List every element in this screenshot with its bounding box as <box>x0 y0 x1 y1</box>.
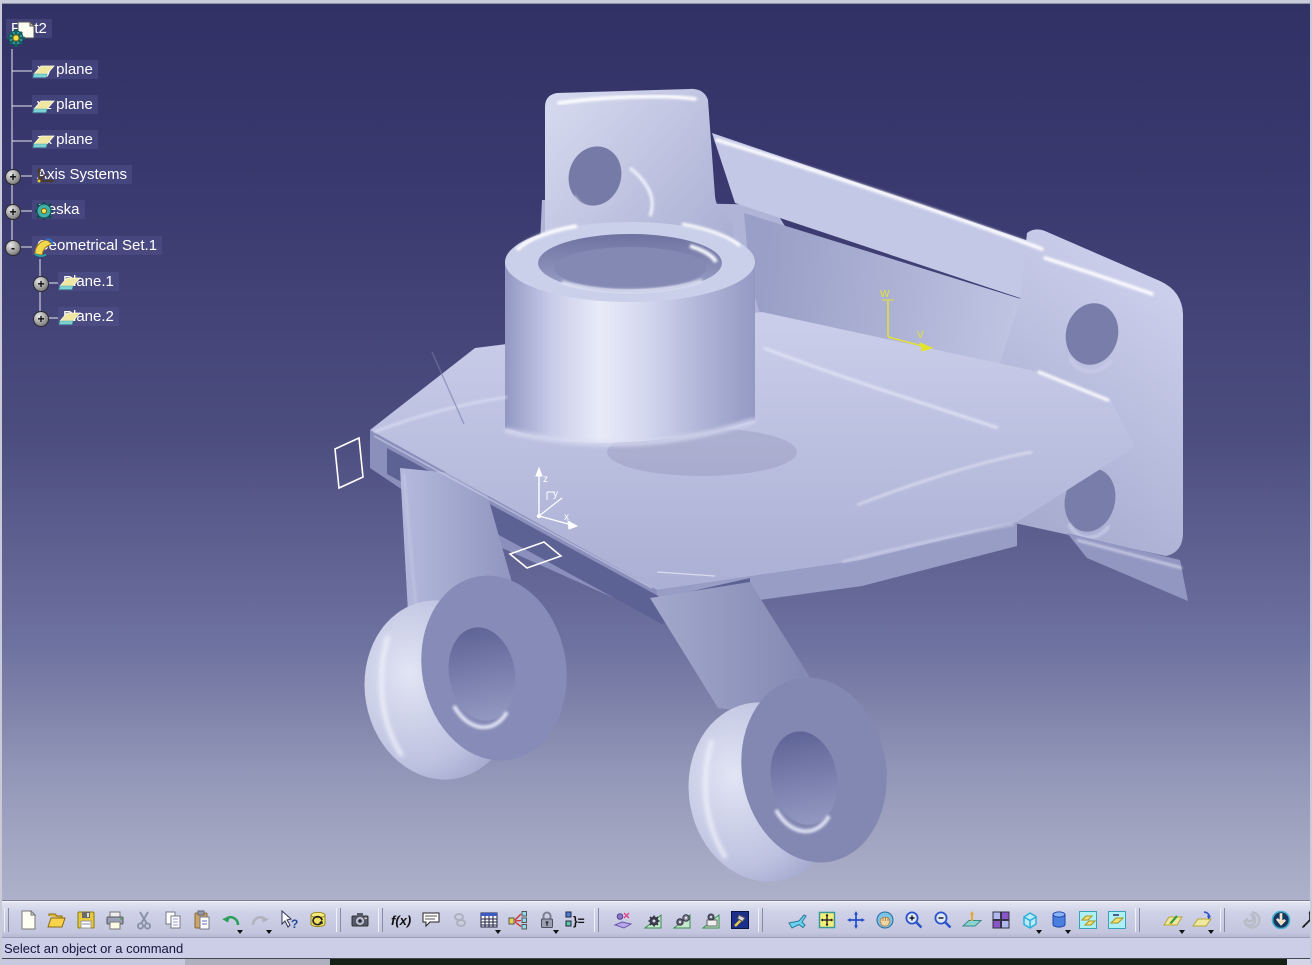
standard-toolbar: ? <box>13 905 332 935</box>
equivalent-dimensions-icon[interactable]: }= <box>561 905 590 935</box>
3d-viewport[interactable]: W V z y x <box>2 3 1310 901</box>
tree-item-geometrical-set[interactable]: Geometrical Set.1 <box>32 236 162 255</box>
geometrical-set-icon <box>32 236 56 258</box>
cut-icon[interactable] <box>129 905 158 935</box>
tree-expand-axis-systems[interactable]: + <box>5 169 21 185</box>
normal-view-icon[interactable] <box>957 905 986 935</box>
tree-collapse-geometrical-set[interactable]: - <box>5 240 21 256</box>
axis-label-x: x <box>564 512 569 523</box>
plane-icon <box>32 60 56 82</box>
zoom-in-icon[interactable] <box>899 905 928 935</box>
toolbar-separator[interactable] <box>1220 908 1225 932</box>
check-icon[interactable] <box>667 905 696 935</box>
reaction-icon[interactable] <box>609 905 638 935</box>
sketcher-toolbar <box>1158 905 1216 935</box>
view-toolbar <box>783 905 1131 935</box>
expert-check-icon[interactable] <box>696 905 725 935</box>
camera-capture-icon[interactable] <box>345 905 374 935</box>
comment-icon[interactable] <box>416 905 445 935</box>
specification-tree[interactable]: Part2 xy plane yz plane zx plane <box>2 3 322 363</box>
render-style-icon[interactable] <box>1044 905 1073 935</box>
design-table-icon[interactable] <box>474 905 503 935</box>
build-hammer-icon[interactable] <box>725 905 754 935</box>
tree-item-part2[interactable]: Part2 <box>6 19 52 38</box>
positioned-sketcher-icon[interactable] <box>1187 905 1216 935</box>
pan-icon[interactable] <box>841 905 870 935</box>
svg-text:}=: }= <box>573 914 585 928</box>
database-refresh-icon[interactable] <box>303 905 332 935</box>
plane-icon <box>58 272 82 294</box>
part-body-icon <box>32 200 56 222</box>
plane-icon <box>32 95 56 117</box>
fly-through-globe-icon[interactable] <box>1266 905 1295 935</box>
axis-systems-icon <box>32 165 56 187</box>
new-document-icon[interactable] <box>13 905 42 935</box>
bottom-toolbar: ? f(x) }= <box>0 901 1312 938</box>
toolbar-separator[interactable] <box>336 908 341 932</box>
plane-icon <box>58 307 82 329</box>
copy-icon[interactable] <box>158 905 187 935</box>
tree-item-zx-plane[interactable]: zx plane <box>32 130 98 149</box>
knowledge-toolbar: f(x) }= <box>387 905 590 935</box>
open-folder-icon[interactable] <box>42 905 71 935</box>
toolbar-separator[interactable] <box>378 908 383 932</box>
redo-icon[interactable] <box>245 905 274 935</box>
zoom-out-icon[interactable] <box>928 905 957 935</box>
capture-toolbar <box>345 905 374 935</box>
plane-icon <box>32 130 56 152</box>
axis-label-w: W <box>880 289 890 300</box>
status-bar: Select an object or a command <box>0 937 1312 959</box>
print-icon[interactable] <box>100 905 129 935</box>
window-left-border <box>0 0 2 964</box>
rule-icon[interactable] <box>638 905 667 935</box>
tree-item-plane2[interactable]: Plane.2 <box>58 307 119 326</box>
spiral-disabled-icon[interactable] <box>1237 905 1266 935</box>
multi-view-icon[interactable] <box>986 905 1015 935</box>
tree-item-yz-plane[interactable]: yz plane <box>32 95 98 114</box>
status-message: Select an object or a command <box>0 941 183 956</box>
tree-item-plane1[interactable]: Plane.1 <box>58 272 119 291</box>
tree-item-deska[interactable]: Deska <box>32 200 85 219</box>
lock-icon[interactable] <box>532 905 561 935</box>
swap-visible-space-icon[interactable] <box>1102 905 1131 935</box>
save-icon[interactable] <box>71 905 100 935</box>
dmu-toolbar <box>1237 905 1312 935</box>
whats-this-icon[interactable]: ? <box>274 905 303 935</box>
relations-icon[interactable] <box>503 905 532 935</box>
svg-text:f(x): f(x) <box>391 913 411 928</box>
fly-mode-icon[interactable] <box>783 905 812 935</box>
window-top-border <box>0 0 1312 4</box>
formula-fx-icon[interactable]: f(x) <box>387 905 416 935</box>
link-disabled-icon[interactable] <box>445 905 474 935</box>
isometric-view-icon[interactable] <box>1015 905 1044 935</box>
tree-item-xy-plane[interactable]: xy plane <box>32 60 98 79</box>
sketcher-icon[interactable] <box>1158 905 1187 935</box>
hide-show-icon[interactable] <box>1073 905 1102 935</box>
toolbar-separator[interactable] <box>758 908 763 932</box>
undo-icon[interactable] <box>216 905 245 935</box>
axis-label-y: y <box>553 489 558 500</box>
tree-expand-plane1[interactable]: + <box>33 276 49 292</box>
part-document-icon <box>6 19 36 51</box>
svg-text:?: ? <box>291 917 298 931</box>
toolbar-separator[interactable] <box>594 908 599 932</box>
rotate-icon[interactable] <box>870 905 899 935</box>
knowledgeware-toolbar <box>609 905 754 935</box>
tree-expand-plane2[interactable]: + <box>33 311 49 327</box>
toolbar-drag-handle[interactable] <box>4 908 9 932</box>
axis-label-z: z <box>543 474 548 485</box>
tree-item-axis-systems[interactable]: Axis Systems <box>32 165 132 184</box>
fit-all-in-icon[interactable] <box>812 905 841 935</box>
axis-label-v: V <box>917 330 924 341</box>
plane1-symbol[interactable] <box>335 438 363 488</box>
paste-icon[interactable] <box>187 905 216 935</box>
toolbar-separator[interactable] <box>1135 908 1140 932</box>
tree-expand-deska[interactable]: + <box>5 204 21 220</box>
